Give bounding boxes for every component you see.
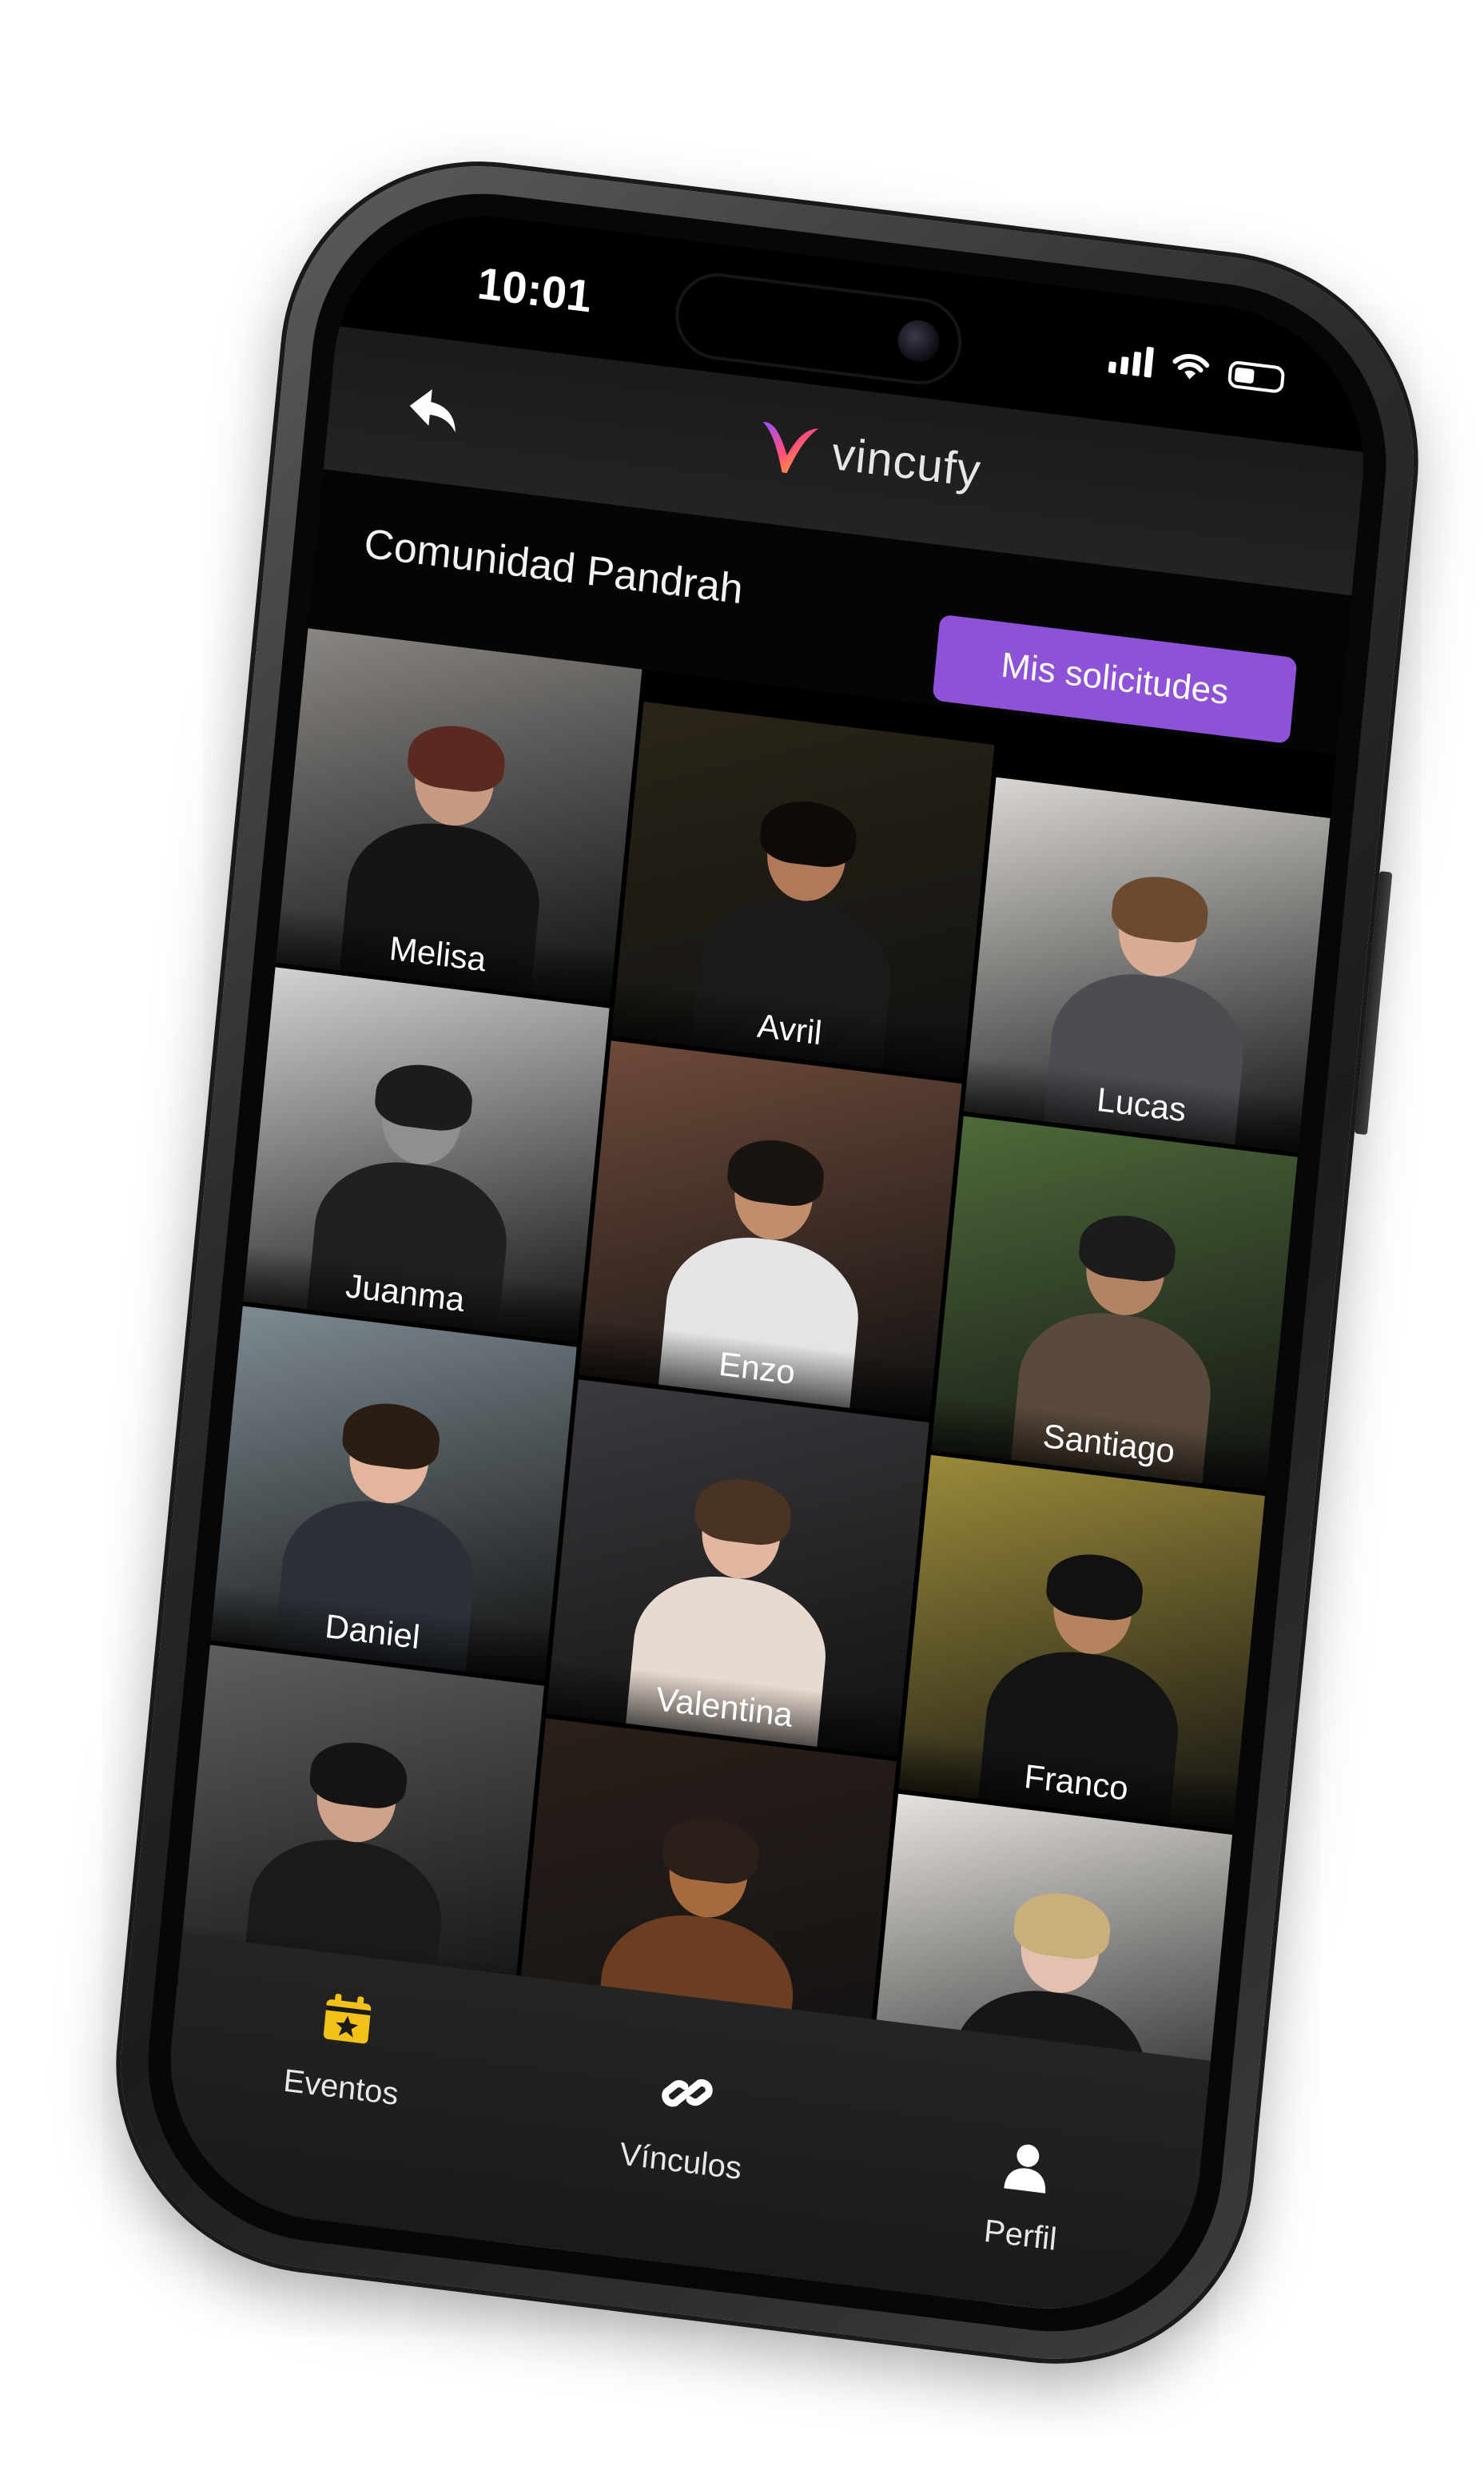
brand-name: vincufy (830, 427, 984, 497)
back-button[interactable] (399, 375, 468, 446)
back-arrow-icon (409, 389, 456, 433)
profile-card[interactable]: Valentina (546, 1379, 929, 1757)
tab-label: Vínculos (618, 2136, 743, 2187)
mockup-stage: 10:01 vincufy Comunidad Pandrah Mis soli… (0, 0, 1484, 2474)
profile-card[interactable]: Franco (898, 1454, 1281, 1832)
signal-icon (1108, 340, 1154, 378)
status-time: 10:01 (475, 257, 595, 322)
link-icon (655, 2061, 718, 2133)
brand: vincufy (751, 410, 985, 504)
tab-user[interactable]: Perfil (900, 2124, 1149, 2269)
profile-card[interactable]: Juanma (227, 965, 610, 1342)
tab-link[interactable]: Vínculos (560, 2050, 810, 2194)
user-icon (995, 2134, 1058, 2206)
tab-label: Perfil (982, 2213, 1059, 2257)
profile-card[interactable]: Santiago (931, 1116, 1314, 1494)
dynamic-island (671, 268, 966, 390)
wifi-icon (1172, 354, 1210, 380)
profile-card[interactable]: Avril (611, 702, 995, 1080)
profile-card[interactable]: Enzo (579, 1040, 962, 1418)
calendar-star-icon (316, 1987, 379, 2058)
tab-calendar-star[interactable]: Eventos (220, 1976, 469, 2121)
profile-card[interactable]: Lucas (963, 777, 1347, 1155)
camera-icon (896, 317, 941, 364)
vincufy-logo-icon (762, 421, 819, 473)
phone-screen: 10:01 vincufy Comunidad Pandrah Mis soli… (157, 198, 1378, 2327)
profile-grid: Melisa Avril Lucas Juanma Enzo Santiago Daniel… (157, 626, 1353, 2327)
tab-label: Eventos (281, 2062, 400, 2113)
profile-card[interactable]: Melisa (260, 626, 643, 1004)
battery-icon (1227, 360, 1286, 394)
profile-card[interactable]: Daniel (194, 1303, 578, 1681)
phone-mockup: 10:01 vincufy Comunidad Pandrah Mis soli… (102, 143, 1432, 2382)
community-title: Comunidad Pandrah (362, 520, 746, 614)
status-icons (1108, 340, 1286, 394)
